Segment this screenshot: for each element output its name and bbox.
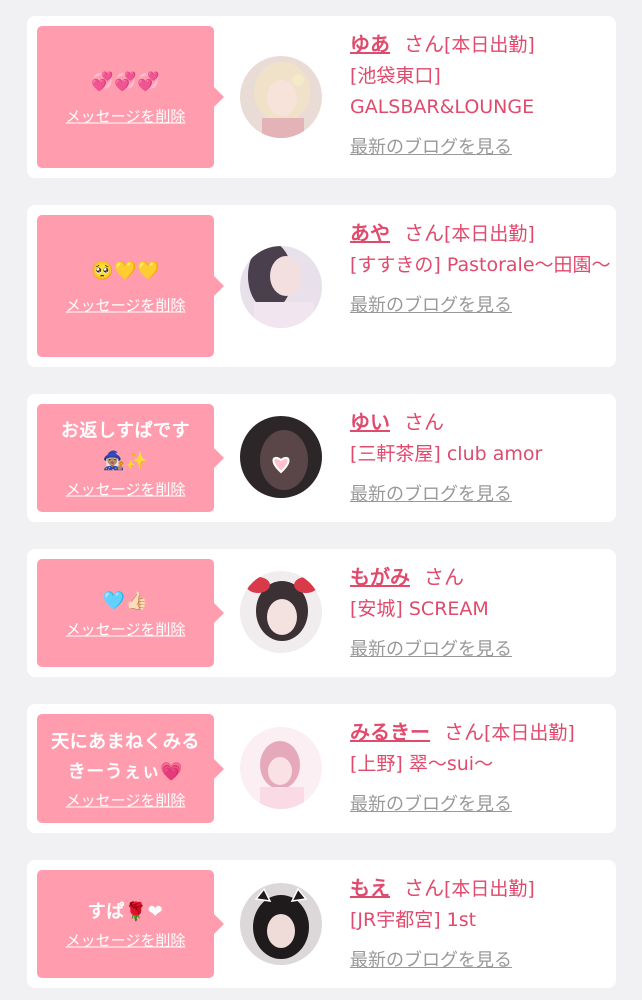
delete-message-link[interactable]: メッセージを削除: [66, 619, 186, 640]
avatar-photo: [240, 246, 322, 328]
message-text: 🥺💛💛: [91, 260, 160, 282]
avatar[interactable]: [240, 571, 322, 653]
work-status: [本日出勤]: [444, 878, 535, 900]
work-status: [本日出勤]: [484, 722, 575, 744]
avatar[interactable]: [240, 883, 322, 965]
delete-message-link[interactable]: メッセージを削除: [66, 930, 186, 951]
work-status: [本日出勤]: [444, 34, 535, 56]
cast-info: もえ さん[本日出勤] [JR宇都宮] 1st 最新のブログを見る: [350, 874, 612, 972]
cast-info: ゆあ さん[本日出勤] [池袋東口] GALSBAR&LOUNGE 最新のブログを…: [350, 30, 612, 159]
shop-label: [安城] SCREAM: [350, 598, 489, 620]
message-bubble: すぱ🌹❤ メッセージを削除: [37, 870, 224, 978]
view-blog-link[interactable]: 最新のブログを見る: [350, 790, 512, 816]
cast-name-link[interactable]: もえ: [350, 876, 390, 900]
shop-label: [三軒茶屋] club amor: [350, 443, 543, 465]
delete-message-link[interactable]: メッセージを削除: [66, 789, 186, 810]
message-text: すぱ🌹❤: [87, 901, 164, 923]
honorific: さん: [404, 32, 444, 56]
shop-label: [上野] 翠〜sui〜: [350, 753, 494, 775]
honorific: さん: [424, 565, 464, 589]
cast-info: みるきー さん[本日出勤] [上野] 翠〜sui〜 最新のブログを見る: [350, 718, 612, 816]
message-list: 💞💞💞 メッセージを削除 ゆあ さん[本日出勤] [池袋東口] GALSBAR&L…: [27, 16, 616, 988]
message-bubble: 💞💞💞 メッセージを削除: [37, 26, 224, 168]
message-card: 🩵👍🏻 メッセージを削除 もがみ さん [安城] SCREAM 最新のブログを見る: [27, 549, 616, 677]
cast-name-link[interactable]: もがみ: [350, 565, 410, 589]
message-card: 💞💞💞 メッセージを削除 ゆあ さん[本日出勤] [池袋東口] GALSBAR&L…: [27, 16, 616, 178]
message-card: 🥺💛💛 メッセージを削除 あや さん[本日出勤] [すすきの] Pastorale…: [27, 205, 616, 367]
message-card: すぱ🌹❤ メッセージを削除 もえ さん[本日出勤] [JR宇都宮] 1st 最新の…: [27, 860, 616, 988]
view-blog-link[interactable]: 最新のブログを見る: [350, 133, 512, 159]
delete-message-link[interactable]: メッセージを削除: [66, 479, 186, 500]
avatar-photo: [240, 56, 322, 138]
cast-name-link[interactable]: ゆあ: [350, 32, 390, 56]
avatar[interactable]: [240, 727, 322, 809]
cast-info: もがみ さん [安城] SCREAM 最新のブログを見る: [350, 563, 612, 661]
shop-label: [池袋東口] GALSBAR&LOUNGE: [350, 65, 535, 118]
delete-message-link[interactable]: メッセージを削除: [66, 106, 186, 127]
message-bubble: お返しすぱです🧙🏽‍♀️✨ メッセージを削除: [37, 404, 224, 512]
view-blog-link[interactable]: 最新のブログを見る: [350, 946, 512, 972]
view-blog-link[interactable]: 最新のブログを見る: [350, 480, 512, 506]
honorific: さん: [404, 410, 444, 434]
message-bubble: 🩵👍🏻 メッセージを削除: [37, 559, 224, 667]
cast-name-link[interactable]: みるきー: [350, 720, 430, 744]
message-text: 🩵👍🏻: [102, 590, 149, 612]
avatar-photo: [240, 571, 322, 653]
honorific: さん: [404, 221, 444, 245]
avatar[interactable]: [240, 56, 322, 138]
avatar-photo: [240, 883, 322, 965]
work-status: [本日出勤]: [444, 223, 535, 245]
avatar[interactable]: [240, 246, 322, 328]
honorific: さん: [444, 720, 484, 744]
view-blog-link[interactable]: 最新のブログを見る: [350, 291, 512, 317]
message-bubble: 🥺💛💛 メッセージを削除: [37, 215, 224, 357]
avatar-photo: [240, 416, 322, 498]
message-text: お返しすぱです🧙🏽‍♀️✨: [60, 420, 191, 472]
cast-name-link[interactable]: ゆい: [350, 410, 390, 434]
message-card: お返しすぱです🧙🏽‍♀️✨ メッセージを削除 ゆい さん [三軒茶屋] club …: [27, 394, 616, 522]
shop-label: [すすきの] Pastorale〜田園〜: [350, 254, 611, 276]
message-text: 天にあまねくみるきーうぇぃ💗: [51, 731, 200, 782]
honorific: さん: [404, 876, 444, 900]
delete-message-link[interactable]: メッセージを削除: [66, 295, 186, 316]
cast-info: ゆい さん [三軒茶屋] club amor 最新のブログを見る: [350, 408, 612, 506]
message-card: 天にあまねくみるきーうぇぃ💗 メッセージを削除 みるきー さん[本日出勤] [上野…: [27, 704, 616, 833]
avatar[interactable]: [240, 416, 322, 498]
cast-info: あや さん[本日出勤] [すすきの] Pastorale〜田園〜 最新のブログを見…: [350, 219, 612, 317]
cast-name-link[interactable]: あや: [350, 221, 390, 245]
shop-label: [JR宇都宮] 1st: [350, 909, 477, 931]
message-text: 💞💞💞: [91, 71, 160, 93]
message-bubble: 天にあまねくみるきーうぇぃ💗 メッセージを削除: [37, 714, 224, 823]
view-blog-link[interactable]: 最新のブログを見る: [350, 635, 512, 661]
avatar-photo: [240, 727, 322, 809]
